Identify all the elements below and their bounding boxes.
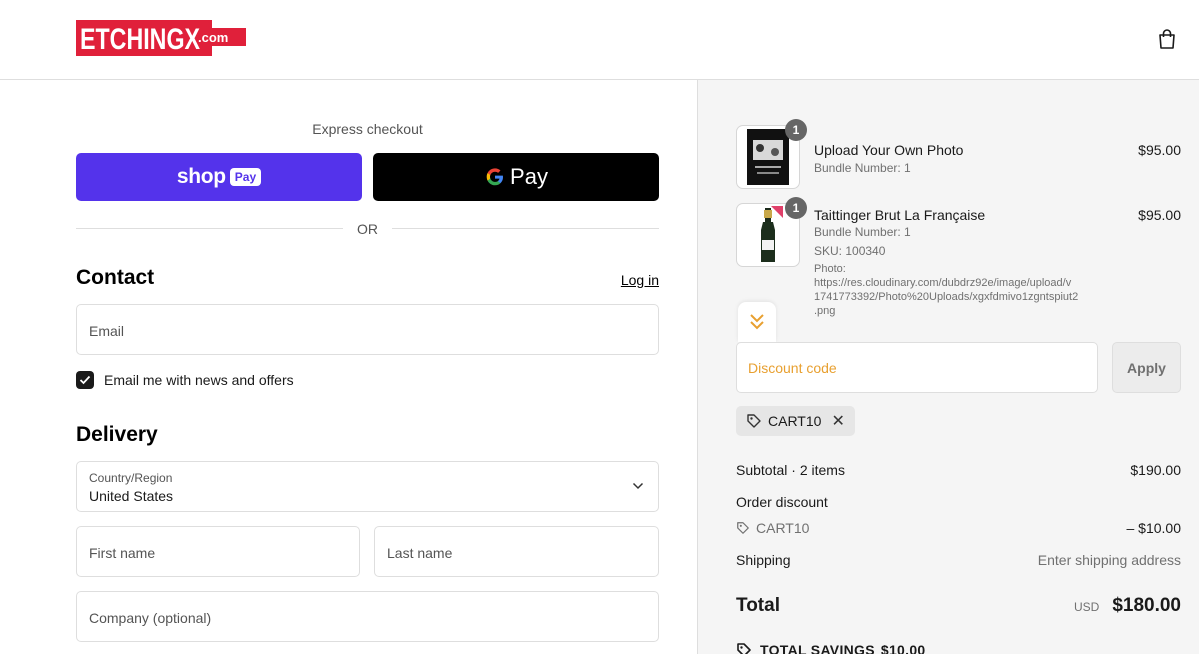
tag-icon <box>747 414 761 428</box>
order-discount-label: Order discount <box>736 494 828 510</box>
shipping-label: Shipping <box>736 552 791 568</box>
item-bundle: Bundle Number: 1 <box>814 161 911 175</box>
item-photo-url: 1741773392/Photo%20Uploads/xgxfdmivo1zgn… <box>814 291 1079 303</box>
product-thumbnail: 1 <box>736 119 807 189</box>
country-select[interactable]: Country/Region United States <box>76 461 659 512</box>
shop-pay-badge: Pay <box>229 168 262 186</box>
tag-icon <box>737 643 751 654</box>
subtotal-label: Subtotal · 2 items <box>736 462 845 478</box>
shop-pay-word: shop <box>176 165 226 188</box>
item-sku: SKU: 100340 <box>814 244 886 258</box>
or-divider: OR <box>76 219 659 239</box>
applied-discount-chip: CART10 ✕ <box>736 406 855 436</box>
svg-text:ETCHINGX: ETCHINGX <box>80 23 200 56</box>
store-logo[interactable]: ETCHINGX .com <box>76 18 246 58</box>
company-placeholder: Company (optional) <box>89 610 212 626</box>
item-name: Taittinger Brut La Française <box>814 207 986 223</box>
savings-value: $10.00 <box>880 642 926 654</box>
line-item: 1 Taittinger Brut La Française Bundle Nu… <box>736 197 1181 323</box>
or-text: OR <box>357 221 378 237</box>
first-name-placeholder: First name <box>89 545 156 561</box>
total-savings: TOTAL SAVINGS $10.00 <box>736 642 926 654</box>
item-photo-url: https://res.cloudinary.com/dubdrz92e/ima… <box>814 277 1072 289</box>
login-link[interactable]: Log in <box>560 272 659 288</box>
shop-pay-button[interactable]: shop Pay <box>76 153 362 201</box>
discount-code-text: CART10 <box>756 520 810 536</box>
checkout-form: Express checkout shop Pay Pay OR Contact… <box>0 80 697 654</box>
header: ETCHINGX .com <box>0 0 1199 80</box>
shipping-value: Enter shipping address <box>1037 552 1181 568</box>
tag-icon <box>737 522 749 534</box>
chevron-down-icon <box>632 482 644 490</box>
google-pay-word: Pay <box>510 164 548 189</box>
checkmark-icon <box>79 375 91 385</box>
newsletter-checkbox[interactable] <box>76 371 94 389</box>
item-photo-url: .png <box>814 305 836 317</box>
last-name-field[interactable]: Last name <box>374 526 659 577</box>
item-photo-label: Photo: <box>814 263 846 275</box>
item-name: Upload Your Own Photo <box>814 142 964 158</box>
item-bundle: Bundle Number: 1 <box>814 225 911 239</box>
apply-discount-button[interactable]: Apply <box>1112 342 1181 393</box>
email-field[interactable]: Email <box>76 304 659 355</box>
email-placeholder: Email <box>89 323 125 339</box>
discount-code-input[interactable]: Discount code <box>736 342 1098 393</box>
country-value: United States <box>89 488 174 504</box>
google-g-icon <box>486 168 504 186</box>
shopping-bag-icon[interactable] <box>1156 28 1178 50</box>
total-currency: USD <box>1074 600 1100 614</box>
remove-discount-icon[interactable]: ✕ <box>831 411 844 431</box>
subtotal-row: Subtotal · 2 items $190.00 <box>736 462 1181 478</box>
order-summary: 1 Upload Your Own Photo Bundle Number: 1… <box>697 80 1199 654</box>
item-price: $95.00 <box>1138 142 1181 158</box>
country-label: Country/Region <box>89 471 173 485</box>
subtotal-value: $190.00 <box>1130 462 1181 478</box>
double-chevron-down-icon <box>750 314 764 330</box>
google-pay-button[interactable]: Pay <box>373 153 659 201</box>
product-thumbnail: 1 <box>736 197 807 267</box>
applied-code-text: CART10 <box>768 413 822 429</box>
contact-title: Contact <box>76 266 155 289</box>
last-name-placeholder: Last name <box>387 545 453 561</box>
express-checkout-label: Express checkout <box>312 121 423 137</box>
total-value: $180.00 <box>1112 595 1181 616</box>
discount-code-row: CART10 – $10.00 <box>736 520 1181 536</box>
delivery-title: Delivery <box>76 423 158 446</box>
divider-line-right <box>392 228 659 229</box>
quantity-badge: 1 <box>785 119 807 141</box>
scroll-more-button[interactable] <box>738 302 776 342</box>
quantity-badge: 1 <box>785 197 807 219</box>
line-item: 1 Upload Your Own Photo Bundle Number: 1… <box>736 119 1181 189</box>
savings-label: TOTAL SAVINGS <box>760 642 875 654</box>
first-name-field[interactable]: First name <box>76 526 360 577</box>
newsletter-label: Email me with news and offers <box>104 372 294 388</box>
company-field[interactable]: Company (optional) <box>76 591 659 642</box>
shipping-row: Shipping Enter shipping address <box>736 552 1181 568</box>
discount-value: – $10.00 <box>1126 520 1182 536</box>
newsletter-checkbox-row[interactable]: Email me with news and offers <box>76 370 294 390</box>
svg-text:.com: .com <box>198 30 228 45</box>
total-label: Total <box>736 595 780 616</box>
order-discount-row: Order discount <box>736 494 1181 510</box>
discount-placeholder: Discount code <box>748 360 837 376</box>
item-price: $95.00 <box>1138 207 1181 223</box>
